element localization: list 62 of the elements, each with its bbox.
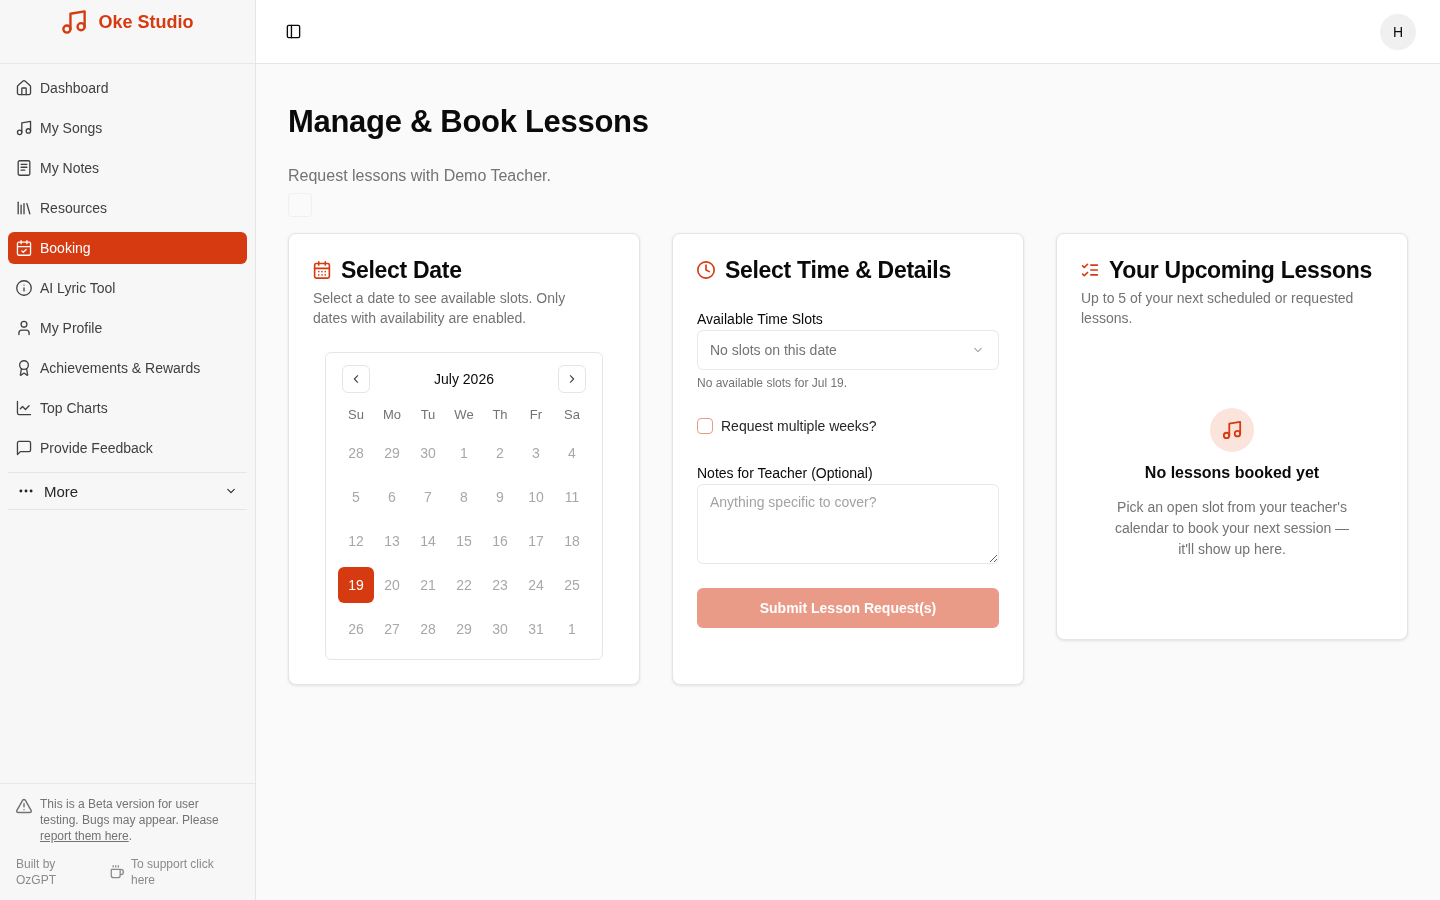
previous-month-button[interactable] (342, 365, 370, 393)
weekday-label: Fr (528, 406, 544, 424)
nav-item[interactable]: Resources (8, 192, 247, 224)
library-icon (16, 200, 32, 216)
checkbox-label[interactable]: Request multiple weeks? (721, 416, 877, 436)
checklist-icon (1081, 261, 1099, 279)
repeat-weeks-checkbox[interactable] (697, 418, 713, 434)
nav-item[interactable]: Booking (8, 232, 247, 264)
next-month-button[interactable] (558, 365, 586, 393)
clock-icon (697, 261, 715, 279)
award-ribbon-icon (16, 360, 32, 376)
calendar-icon (313, 261, 331, 279)
weekday-label: Sa (563, 406, 581, 424)
notebook-icon (16, 160, 32, 176)
music-note-icon (1210, 408, 1254, 452)
brand-name[interactable]: Oke Studio (98, 9, 194, 35)
field-label: Available Time Slots (697, 310, 824, 329)
nav-item[interactable]: Dashboard (8, 72, 247, 104)
nav-item[interactable]: My Profile (8, 312, 247, 344)
user-icon (16, 320, 32, 336)
card-title: Select Date (341, 258, 462, 282)
weekday-label: We (453, 406, 475, 424)
house-icon (16, 80, 32, 96)
card-description: Select a date to see available slots. Only dates with availability are enabled. (313, 289, 567, 328)
more-menu-toggle[interactable]: More (8, 472, 247, 510)
page-subtitle: Request lessons with Demo Teacher. (288, 166, 552, 186)
music-note-icon (61, 9, 88, 35)
empty-state-text: Pick an open slot from your teacher's calendar to book your next session — it'll show up here. (1113, 498, 1351, 559)
warning-icon (16, 798, 32, 814)
nav-item[interactable]: Achievements & Rewards (8, 352, 247, 384)
credit-text: Built by OzGPT (16, 856, 57, 888)
nav-item[interactable]: AI Lyric Tool (8, 272, 247, 304)
nav-item[interactable]: Provide Feedback (8, 432, 247, 464)
speech-bubble-icon (16, 440, 32, 456)
card-title: Your Upcoming Lessons (1109, 258, 1372, 282)
support-link[interactable]: To support click here (110, 856, 231, 888)
nav-item[interactable]: Top Charts (8, 392, 247, 424)
field-hint: No available slots for Jul 19. (697, 375, 849, 391)
notes-field[interactable]: Anything specific to cover? (697, 484, 999, 564)
card-description: Up to 5 of your next scheduled or requested lessons. (1081, 289, 1355, 328)
info-icon (16, 280, 32, 296)
weekday-label: Tu (419, 406, 437, 424)
weekday-label: Mo (381, 406, 403, 424)
line-chart-icon (16, 400, 32, 416)
coffee-cup-icon (110, 865, 124, 879)
card-title: Select Time & Details (725, 258, 951, 282)
calendar-day[interactable]: 19 (338, 567, 374, 603)
sidebar-panel-icon (285, 24, 301, 39)
user-avatar[interactable]: H (1380, 13, 1416, 50)
page-title: Manage & Book Lessons (288, 104, 650, 140)
report-link[interactable]: report them here (40, 829, 129, 843)
weekday-label: Su (347, 406, 365, 424)
music-note-icon (16, 120, 32, 136)
calendar-check-icon (16, 240, 32, 256)
time-slot-select[interactable]: No slots on this date (697, 330, 999, 370)
nav-item[interactable]: My Notes (8, 152, 247, 184)
beta-notice: This is a Beta version for user testing. Bugs may appear. Please report them here. (40, 796, 220, 844)
empty-state-title: No lessons booked yet (1144, 463, 1320, 483)
month-label: July 2026 (434, 371, 494, 387)
nav-item[interactable]: My Songs (8, 112, 247, 144)
field-label: Notes for Teacher (Optional) (697, 464, 874, 483)
weekday-label: Th (491, 406, 509, 424)
